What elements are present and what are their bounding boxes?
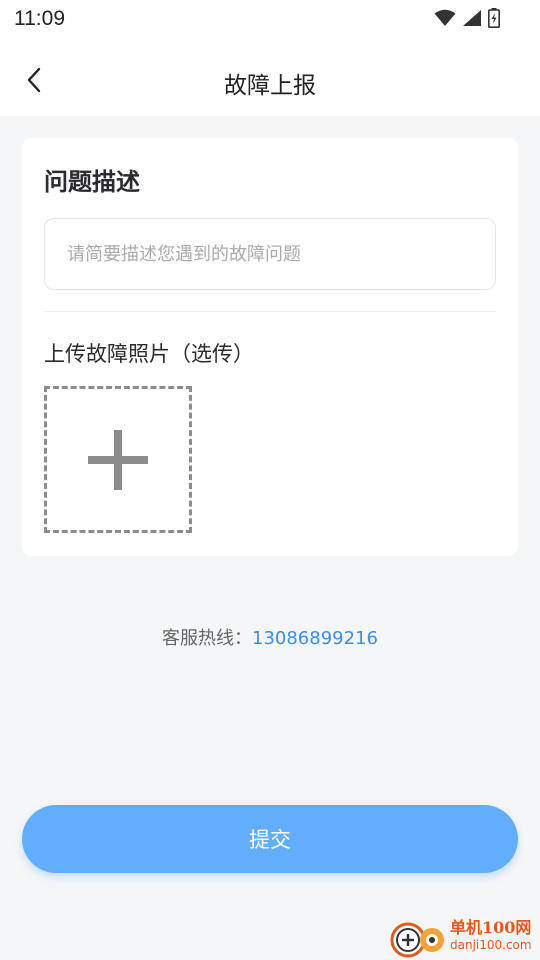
wifi-icon [434,9,456,26]
hotline-number-link[interactable]: 13086899216 [252,628,378,649]
nav-bar: 故障上报 [0,40,540,116]
upload-photo-label: 上传故障照片（选传） [44,342,254,366]
page-title: 故障上报 [224,73,316,99]
watermark: 单机100网 danji100.com [390,912,540,960]
status-icons [434,8,500,28]
screen: 11:09 故障上报 问题描述 上传故障照片（选传） [0,0,540,960]
submit-button[interactable]: 提交 [22,805,518,873]
hotline-label: 客服热线： [162,628,252,649]
status-time: 11:09 [14,7,65,30]
customer-hotline: 客服热线：13086899216 [0,624,540,650]
divider [44,311,496,312]
section-title-description: 问题描述 [44,168,140,196]
upload-photo-button[interactable] [44,386,192,533]
watermark-url: danji100.com [450,938,532,952]
fault-description-input[interactable] [44,218,496,290]
status-bar: 11:09 [0,0,540,40]
watermark-title: 单机100网 [450,918,532,937]
signal-icon [463,10,481,26]
watermark-logo-icon [390,922,444,958]
battery-icon [488,8,500,28]
plus-icon [88,429,148,490]
report-form-card: 问题描述 上传故障照片（选传） [22,138,518,556]
